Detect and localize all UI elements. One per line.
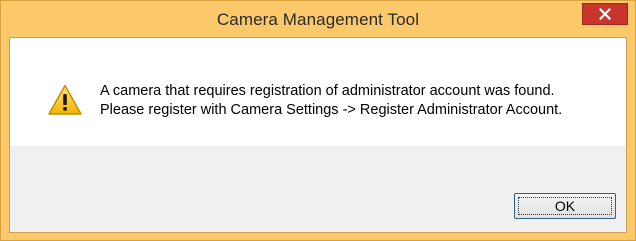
close-icon [599,8,611,20]
dialog-client-area: A camera that requires registration of a… [9,37,627,233]
window-title: Camera Management Tool [216,10,420,29]
message-line-2: Please register with Camera Settings -> … [100,102,563,118]
dialog-message: A camera that requires registration of a… [100,82,562,120]
message-area: A camera that requires registration of a… [10,38,626,146]
button-bar: OK [10,146,626,232]
dialog-window: Camera Management Tool A camera that req… [0,0,636,241]
ok-button[interactable]: OK [514,193,616,219]
title-bar[interactable]: Camera Management Tool [1,1,635,37]
message-line-1: A camera that requires registration of a… [100,83,555,99]
warning-icon [48,84,82,115]
close-button[interactable] [582,3,628,25]
focus-rectangle [518,197,612,215]
